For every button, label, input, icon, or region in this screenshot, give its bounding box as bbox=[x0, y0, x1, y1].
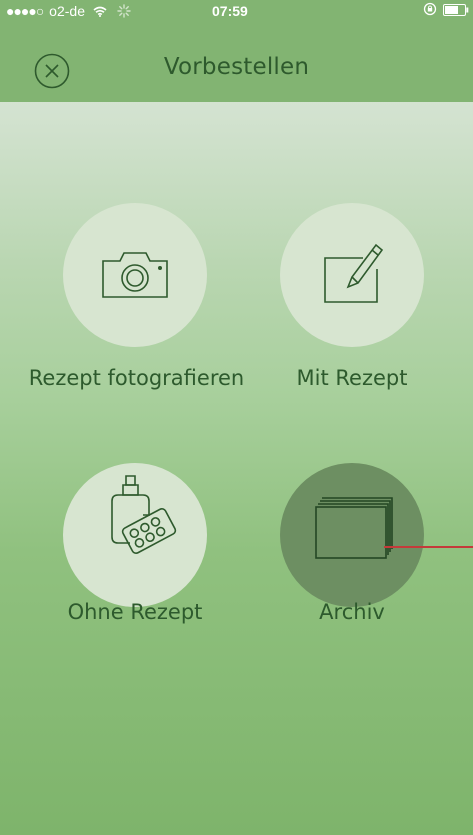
status-right-group bbox=[423, 0, 469, 22]
menu-item-rezept-fotografieren[interactable] bbox=[63, 203, 207, 347]
status-bar: ●●●●○ o2-de 07:59 bbox=[0, 0, 473, 22]
menu-item-archiv[interactable] bbox=[280, 463, 424, 607]
menu-item-ohne-rezept[interactable] bbox=[63, 463, 207, 607]
menu-label-archiv: Archiv bbox=[319, 600, 385, 624]
menu-label-rezept-fotografieren: Rezept fotografieren bbox=[28, 366, 245, 390]
edit-icon bbox=[324, 243, 384, 303]
page-title: Vorbestellen bbox=[163, 54, 310, 80]
rotation-lock-icon bbox=[423, 0, 437, 22]
camera-icon bbox=[102, 252, 168, 298]
wifi-icon bbox=[89, 3, 111, 19]
activity-spinner-icon bbox=[111, 3, 131, 19]
menu-label-mit-rezept: Mit Rezept bbox=[296, 366, 408, 390]
status-time: 07:59 bbox=[212, 3, 248, 19]
menu-item-mit-rezept[interactable] bbox=[280, 203, 424, 347]
archive-icon bbox=[315, 497, 393, 559]
medicine-icon bbox=[111, 475, 177, 555]
annotation-line bbox=[384, 546, 473, 548]
app-screen: ●●●●○ o2-de 07:59 Vorbestellen Rezept fo… bbox=[0, 0, 473, 835]
signal-strength-icon: ●●●●○ bbox=[6, 3, 44, 19]
menu-label-ohne-rezept: Ohne Rezept bbox=[67, 600, 203, 624]
carrier-name: o2-de bbox=[49, 3, 85, 19]
battery-icon bbox=[443, 0, 469, 22]
header: ●●●●○ o2-de 07:59 Vorbestellen bbox=[0, 0, 473, 102]
status-carrier-group: ●●●●○ o2-de bbox=[6, 0, 131, 22]
